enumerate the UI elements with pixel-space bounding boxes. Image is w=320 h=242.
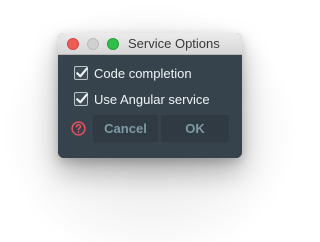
service-options-dialog: Service Options Code completion Use Angu… [58,33,242,158]
code-completion-label: Code completion [94,65,192,81]
minimize-window-button[interactable] [87,38,99,50]
zoom-window-button[interactable] [107,38,119,50]
use-angular-service-label: Use Angular service [94,91,210,107]
use-angular-service-checkbox[interactable] [74,92,88,106]
code-completion-option[interactable]: Code completion [74,64,192,82]
screenshot-stage: Service Options Code completion Use Angu… [0,0,300,242]
cancel-button[interactable]: Cancel [93,115,158,142]
window-title: Service Options [128,36,220,51]
code-completion-checkbox[interactable] [74,66,88,80]
dialog-content: Code completion Use Angular service Canc… [58,55,242,158]
checkmark-icon [76,67,88,78]
checkmark-icon [76,93,88,104]
ok-button[interactable]: OK [161,115,229,142]
title-bar: Service Options [58,33,242,55]
question-circle-icon[interactable] [71,121,86,136]
close-window-button[interactable] [67,38,79,50]
use-angular-service-option[interactable]: Use Angular service [74,90,210,108]
